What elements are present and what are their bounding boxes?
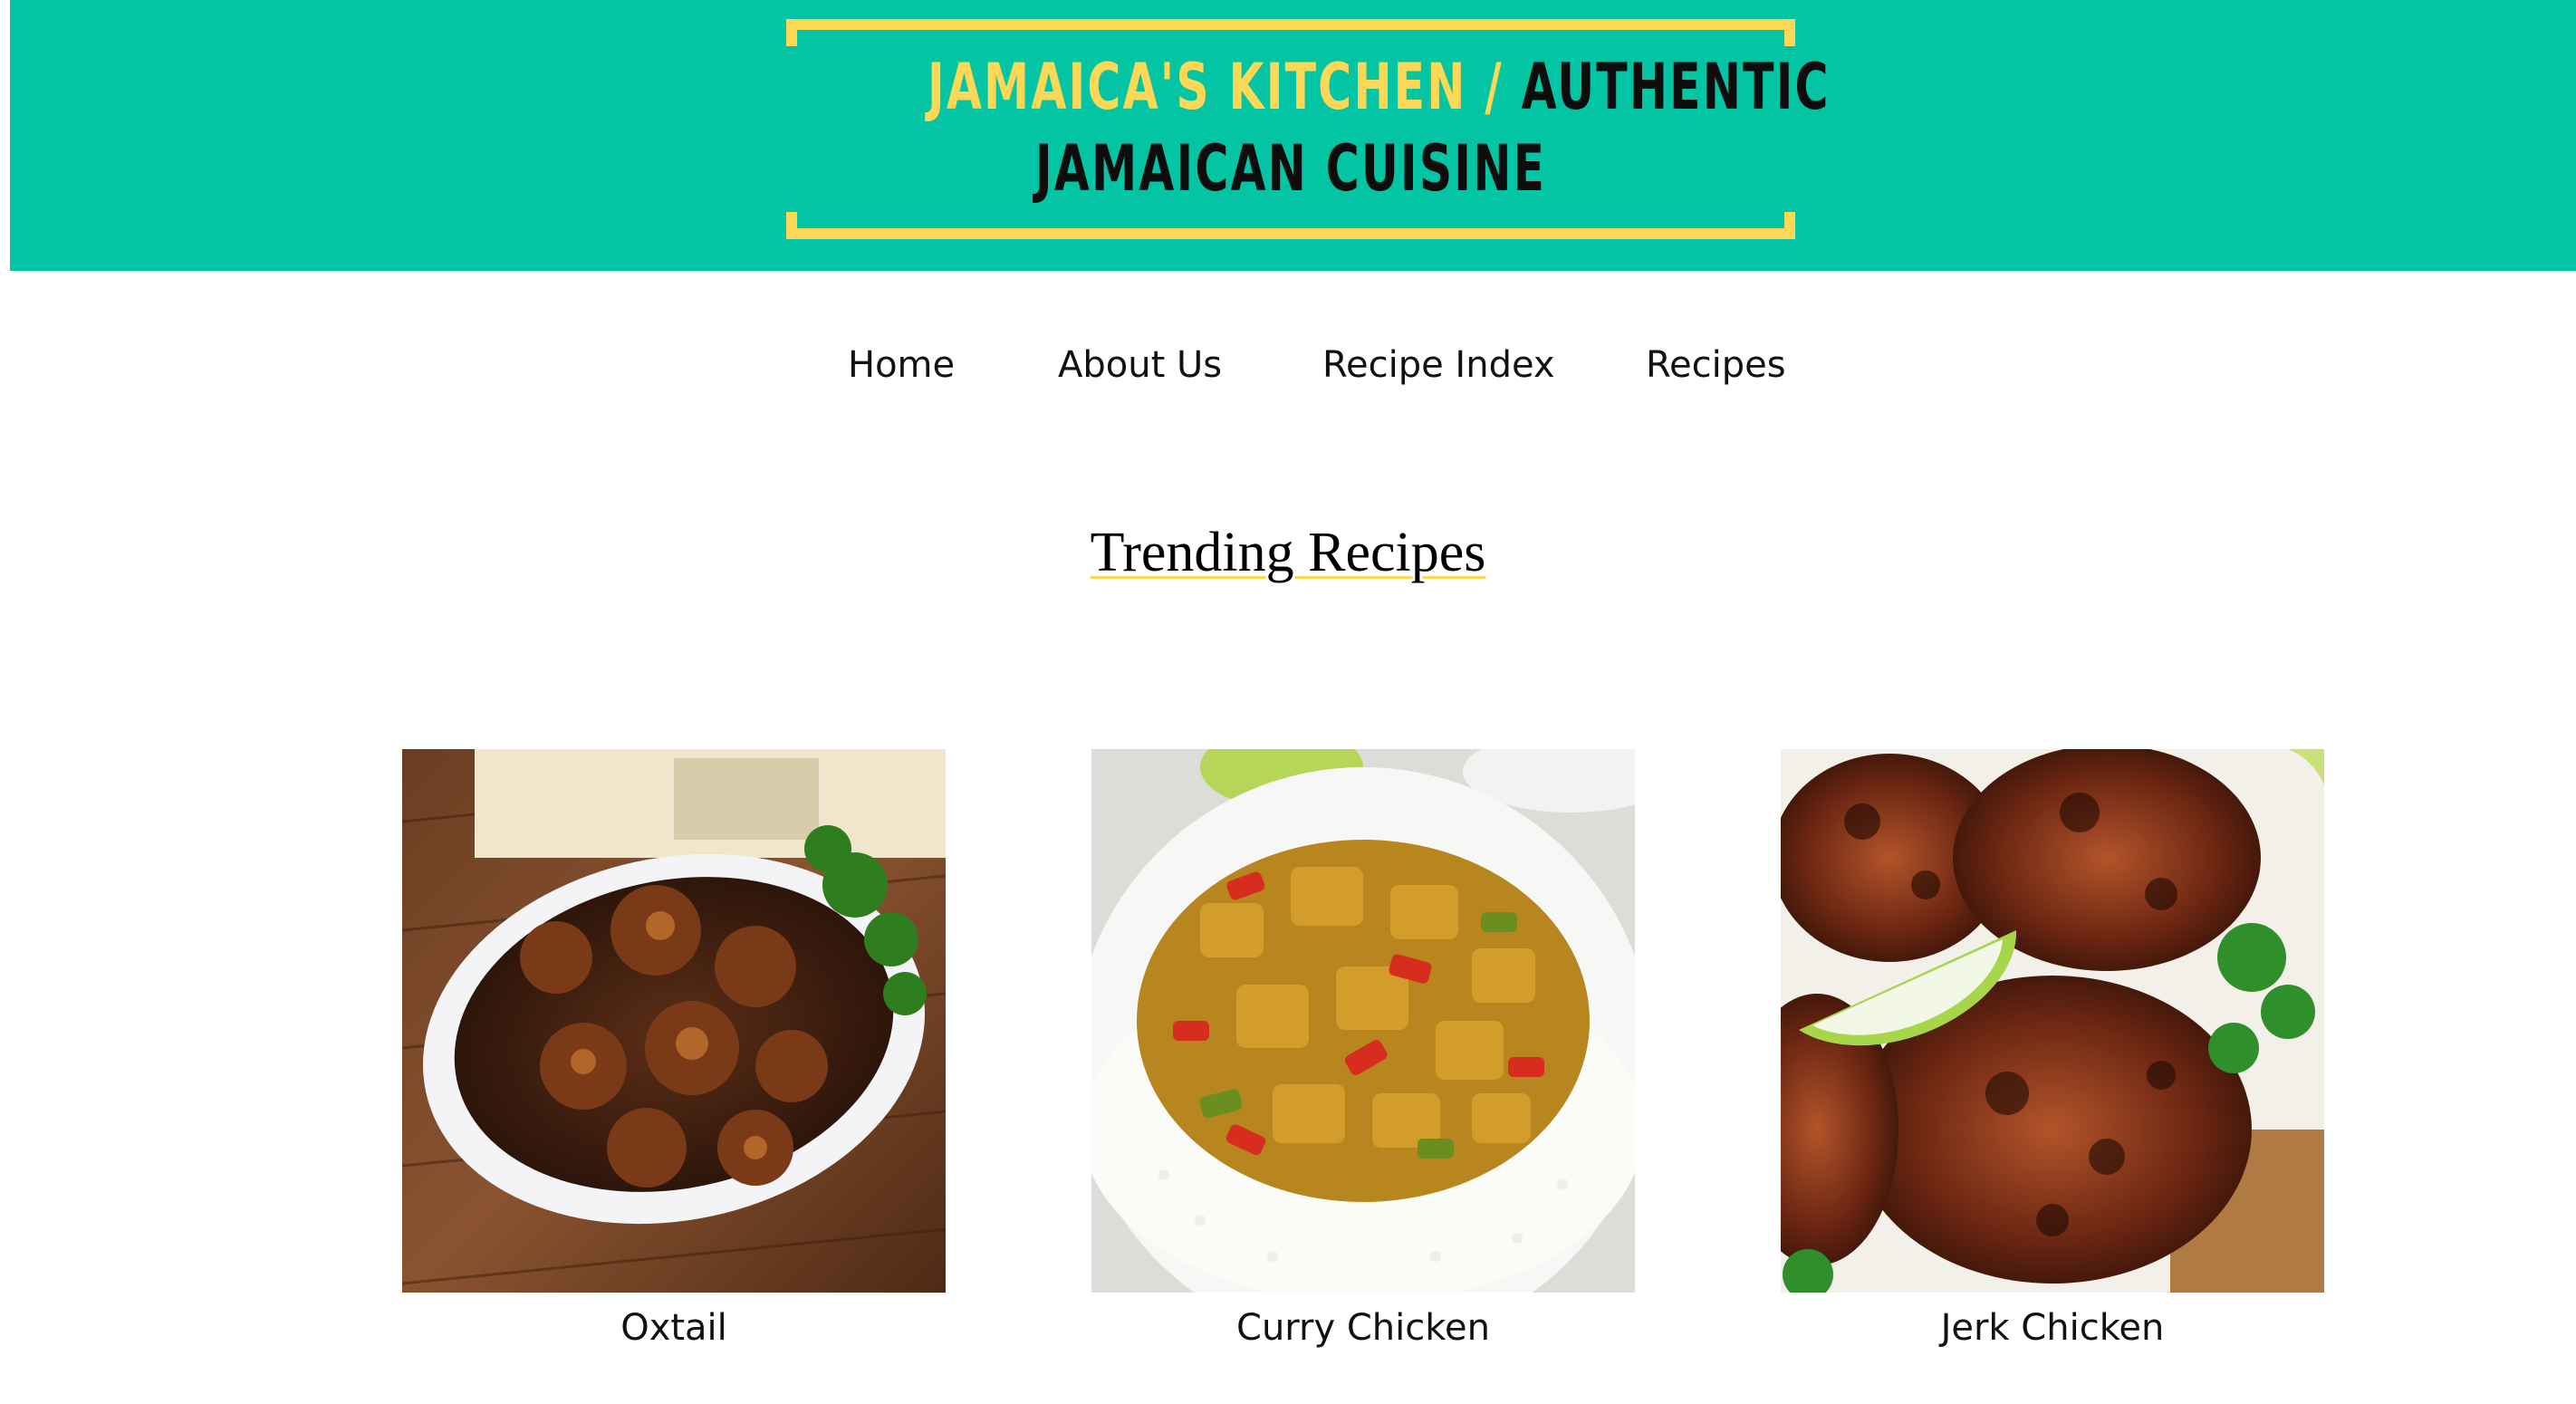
recipe-name-oxtail[interactable]: Oxtail [402, 1307, 946, 1349]
jerk-chicken-photo[interactable] [1781, 749, 2324, 1293]
trending-recipes-heading: Trending Recipes [1090, 522, 1486, 583]
recipe-card-curry-chicken[interactable]: Curry Chicken [1091, 749, 1635, 1349]
logo-text: JAMAICA'S KITCHEN / AUTHENTIC JAMAICAN C… [927, 46, 1829, 209]
nav-about-us[interactable]: About Us [1058, 344, 1222, 386]
logo-text-line1: AUTHENTIC [1521, 50, 1831, 124]
oxtail-photo[interactable] [402, 749, 946, 1293]
nav-recipe-index[interactable]: Recipe Index [1322, 344, 1555, 386]
recipe-name-curry-chicken[interactable]: Curry Chicken [1091, 1307, 1635, 1349]
logo-frame-corner [786, 19, 797, 46]
logo-frame-bottom [786, 228, 1795, 239]
site-logo[interactable]: JAMAICA'S KITCHEN / AUTHENTIC JAMAICAN C… [786, 19, 1829, 239]
logo-text-yellow: JAMAICA'S KITCHEN / [927, 50, 1504, 124]
recipe-card-oxtail[interactable]: Oxtail [402, 749, 946, 1349]
logo-frame-top [786, 19, 1795, 30]
site-header: JAMAICA'S KITCHEN / AUTHENTIC JAMAICAN C… [10, 0, 2576, 271]
logo-frame-corner [1784, 19, 1795, 46]
section-title: Trending Recipes [0, 521, 2576, 585]
main-nav: Home About Us Recipe Index Recipes [0, 344, 2576, 408]
recipe-card-jerk-chicken[interactable]: Jerk Chicken [1781, 749, 2324, 1349]
recipe-name-jerk-chicken[interactable]: Jerk Chicken [1781, 1307, 2324, 1349]
logo-text-line2: JAMAICAN CUISINE [1034, 131, 1547, 206]
logo-frame-corner [1784, 212, 1795, 239]
curry-chicken-photo[interactable] [1091, 749, 1635, 1293]
nav-recipes[interactable]: Recipes [1646, 344, 1786, 386]
logo-frame-corner [786, 212, 797, 239]
nav-home[interactable]: Home [848, 344, 955, 386]
